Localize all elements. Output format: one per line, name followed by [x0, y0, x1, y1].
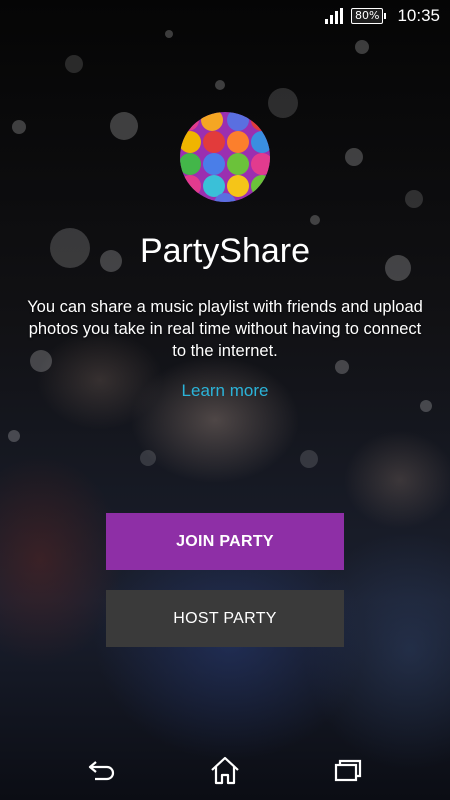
back-icon — [87, 758, 117, 786]
battery-icon: 80% — [351, 8, 387, 24]
join-party-button[interactable]: JOIN PARTY — [106, 513, 344, 570]
partyshare-welcome-screen: 80% 10:35 PartyShare You can share a mus… — [0, 0, 450, 800]
status-bar: 80% 10:35 — [0, 0, 450, 32]
back-button[interactable] — [72, 747, 132, 797]
learn-more-link[interactable]: Learn more — [0, 381, 450, 401]
navigation-bar — [0, 744, 450, 800]
host-party-button[interactable]: HOST PARTY — [106, 590, 344, 647]
recents-button[interactable] — [318, 747, 378, 797]
recents-icon — [333, 758, 363, 786]
home-icon — [209, 755, 241, 789]
battery-level: 80% — [355, 9, 380, 22]
app-title: PartyShare — [139, 232, 311, 270]
app-description: You can share a music playlist with frie… — [27, 298, 423, 360]
status-time: 10:35 — [397, 6, 440, 25]
partyshare-logo-icon — [180, 112, 270, 202]
signal-icon — [325, 8, 343, 24]
home-button[interactable] — [195, 747, 255, 797]
